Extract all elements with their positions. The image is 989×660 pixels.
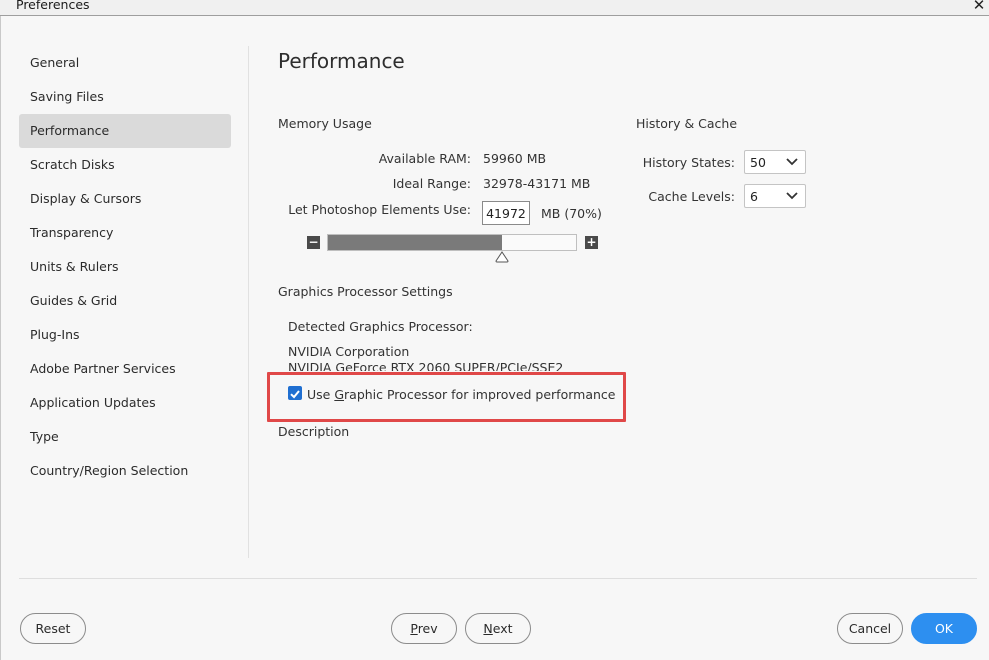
memory-usage-label: Let Photoshop Elements Use: [288,202,471,217]
memory-usage-heading: Memory Usage [278,116,372,131]
memory-slider-track[interactable] [327,234,577,251]
ok-button[interactable]: OK [911,613,977,644]
memory-slider-thumb[interactable] [495,251,509,263]
sidebar-item-type[interactable]: Type [19,420,231,454]
sidebar-item-saving-files[interactable]: Saving Files [19,80,231,114]
prev-rest: rev [417,621,438,636]
memory-usage-input[interactable] [482,201,530,225]
decrease-memory-button[interactable]: − [307,236,320,249]
cache-levels-value: 6 [750,189,758,204]
cache-levels-label: Cache Levels: [648,189,735,204]
prev-mnemonic: P [410,621,418,636]
use-gpu-label-rest: raphic Processor for improved performanc… [344,387,616,402]
sidebar-divider [248,46,249,558]
gpu-settings-heading: Graphics Processor Settings [278,284,453,299]
gpu-vendor: NVIDIA Corporation [288,344,410,359]
footer-divider [19,578,977,579]
reset-button[interactable]: Reset [20,613,86,644]
use-gpu-label[interactable]: Use Graphic Processor for improved perfo… [307,387,615,402]
sidebar-item-display-cursors[interactable]: Display & Cursors [19,182,231,216]
page-title: Performance [278,49,405,73]
use-gpu-label-prefix: Use [307,387,335,402]
close-icon[interactable]: ✕ [971,0,987,14]
history-states-value: 50 [750,155,766,170]
sidebar-item-scratch-disks[interactable]: Scratch Disks [19,148,231,182]
next-button[interactable]: Next [465,613,531,644]
sidebar-item-application-updates[interactable]: Application Updates [19,386,231,420]
history-states-label: History States: [642,155,735,170]
cancel-button[interactable]: Cancel [837,613,903,644]
sidebar-item-plug-ins[interactable]: Plug-Ins [19,318,231,352]
description-heading: Description [278,424,350,439]
use-gpu-checkbox[interactable] [288,386,302,400]
sidebar-item-guides-grid[interactable]: Guides & Grid [19,284,231,318]
chevron-down-icon [786,192,798,200]
cache-levels-select[interactable]: 6 [744,184,806,208]
checkmark-icon [290,390,300,399]
next-rest: ext [492,621,513,636]
chevron-down-icon [786,158,798,166]
gpu-model: NVIDIA GeForce RTX 2060 SUPER/PCIe/SSE2 [288,360,564,371]
sidebar-nav: General Saving Files Performance Scratch Di… [19,46,231,488]
prev-button[interactable]: Prev [391,613,457,644]
history-states-select[interactable]: 50 [744,150,806,174]
window-title: Preferences [16,0,90,12]
increase-memory-button[interactable]: + [585,236,598,249]
memory-usage-unit: MB (70%) [541,206,602,221]
sidebar-item-performance[interactable]: Performance [19,114,231,148]
detected-gpu-label: Detected Graphics Processor: [288,319,473,334]
sidebar-item-country-region-selection[interactable]: Country/Region Selection [19,454,231,488]
sidebar-item-transparency[interactable]: Transparency [19,216,231,250]
history-cache-heading: History & Cache [636,116,738,131]
ideal-range-label: Ideal Range: [392,176,471,191]
preferences-window: General Saving Files Performance Scratch Di… [0,16,989,660]
available-ram-label: Available RAM: [378,151,471,166]
title-bar: Preferences ✕ [0,0,989,16]
sidebar-item-units-rulers[interactable]: Units & Rulers [19,250,231,284]
available-ram-value: 59960 MB [483,151,547,166]
ideal-range-value: 32978-43171 MB [483,176,591,191]
memory-slider-fill [328,235,502,250]
next-mnemonic: N [483,621,493,636]
sidebar-item-general[interactable]: General [19,46,231,80]
sidebar-item-adobe-partner-services[interactable]: Adobe Partner Services [19,352,231,386]
use-gpu-label-mnemonic: G [334,387,345,402]
